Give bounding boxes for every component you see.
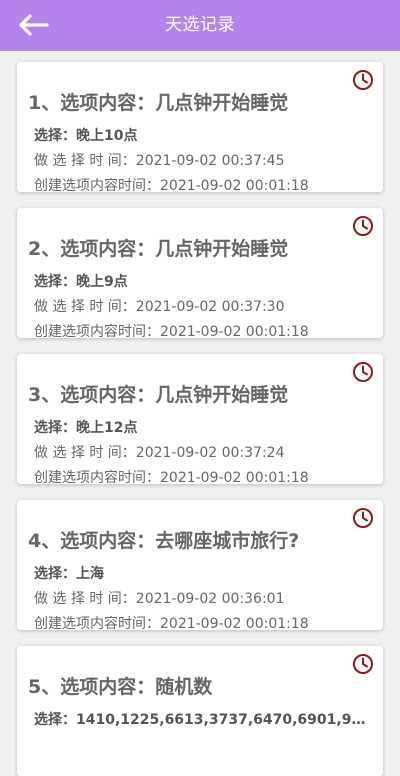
clock-icon[interactable] — [352, 653, 374, 675]
record-choice: 选择：晚上9点 — [34, 274, 128, 290]
record-card[interactable]: 2、选项内容：几点钟开始睡觉 选择：晚上9点 做 选 择 时 间：2021-09… — [17, 208, 383, 340]
record-choice-time: 做 选 择 时 间：2021-09-02 00:36:01 — [34, 591, 285, 607]
record-card[interactable]: 1、选项内容：几点钟开始睡觉 选择：晚上10点 做 选 择 时 间：2021-0… — [17, 62, 383, 194]
record-choice: 选择：晚上10点 — [34, 128, 138, 144]
clock-icon[interactable] — [352, 361, 374, 383]
record-card[interactable]: 4、选项内容：去哪座城市旅行? 选择：上海 做 选 择 时 间：2021-09-… — [17, 500, 383, 632]
record-title: 4、选项内容：去哪座城市旅行? — [28, 530, 300, 552]
record-title: 3、选项内容：几点钟开始睡觉 — [28, 384, 289, 406]
app-header: 天选记录 — [0, 0, 400, 51]
record-title: 5、选项内容：随机数 — [28, 676, 213, 698]
record-created-time: 创建选项内容时间：2021-09-02 00:01:18 — [34, 616, 309, 632]
record-choice: 选择：上海 — [34, 566, 104, 582]
record-choice-time: 做 选 择 时 间：2021-09-02 00:37:24 — [34, 445, 285, 461]
clock-icon[interactable] — [352, 215, 374, 237]
clock-icon[interactable] — [352, 507, 374, 529]
record-choice-time: 做 选 择 时 间：2021-09-02 00:37:45 — [34, 153, 285, 169]
record-created-time: 创建选项内容时间：2021-09-02 00:01:18 — [34, 470, 309, 486]
page-title: 天选记录 — [165, 15, 235, 35]
record-choice: 选择：1410,1225,6613,3737,6470,6901,971... — [34, 712, 374, 728]
clock-icon[interactable] — [352, 69, 374, 91]
record-choice: 选择：晚上12点 — [34, 420, 138, 436]
record-title: 1、选项内容：几点钟开始睡觉 — [28, 92, 289, 114]
record-choice-time: 做 选 择 时 间：2021-09-02 00:37:30 — [34, 299, 285, 315]
record-created-time: 创建选项内容时间：2021-09-02 00:01:18 — [34, 324, 309, 340]
record-card[interactable]: 3、选项内容：几点钟开始睡觉 选择：晚上12点 做 选 择 时 间：2021-0… — [17, 354, 383, 486]
record-title: 2、选项内容：几点钟开始睡觉 — [28, 238, 289, 260]
record-card[interactable]: 5、选项内容：随机数 选择：1410,1225,6613,3737,6470,6… — [17, 646, 383, 776]
record-created-time: 创建选项内容时间：2021-09-02 00:01:18 — [34, 178, 309, 194]
